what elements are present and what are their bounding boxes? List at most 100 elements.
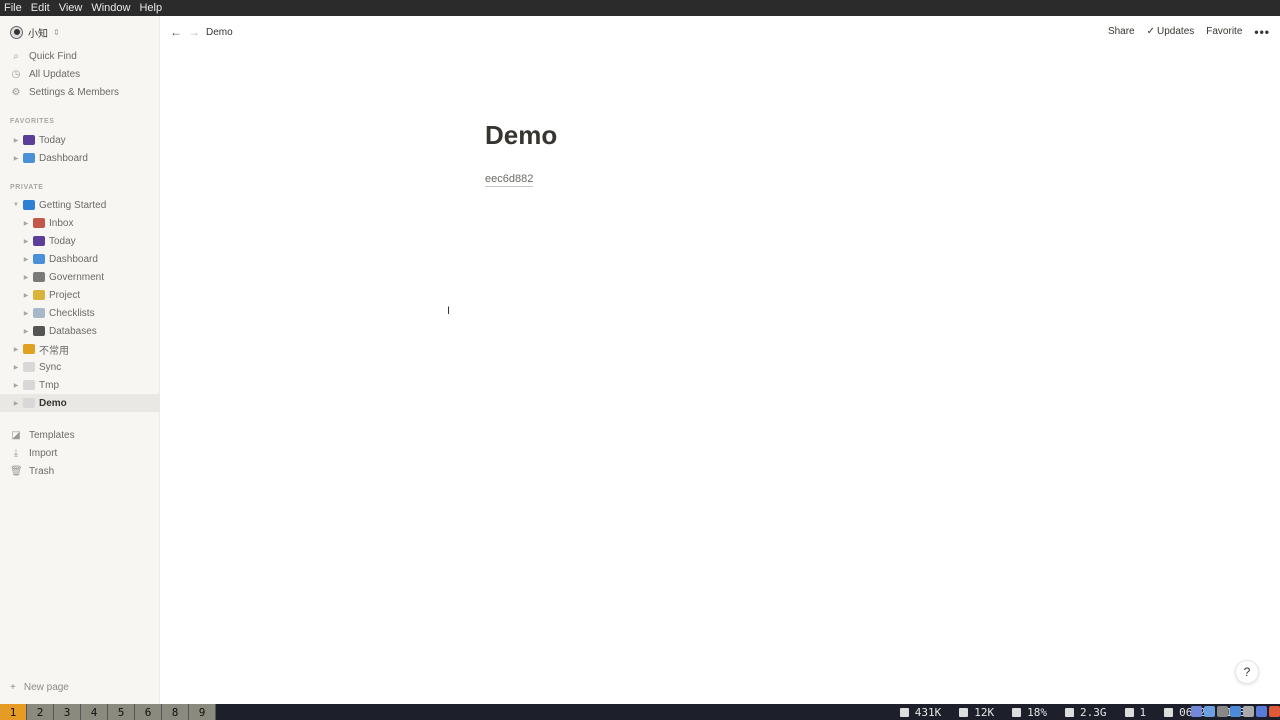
network-up-icon <box>959 707 969 717</box>
new-page-label: New page <box>23 682 69 693</box>
back-arrow-icon[interactable]: ← <box>170 25 182 39</box>
sidebar-page-label: Dashboard <box>49 253 98 265</box>
sidebar-page-demo[interactable]: ▶ Demo <box>0 394 160 412</box>
updates-label: Updates <box>1157 26 1195 37</box>
status-value: 2.3G <box>1080 705 1107 719</box>
menu-edit[interactable]: Edit <box>31 0 50 16</box>
tray-app-icon[interactable] <box>1243 706 1254 717</box>
workspace-4[interactable]: 4 <box>81 704 108 720</box>
laptop-icon <box>23 153 35 163</box>
calendar-icon <box>1164 707 1174 717</box>
caret-right-icon[interactable]: ▶ <box>22 328 30 335</box>
workspace-3[interactable]: 3 <box>54 704 81 720</box>
nav-trash[interactable]: 🗑 Trash <box>10 463 54 479</box>
sidebar-page-label: 不常用 <box>39 345 69 357</box>
tray-app-icon[interactable] <box>1269 706 1280 717</box>
sidebar-page-dashboard[interactable]: ▶ Dashboard <box>0 149 160 167</box>
workspace-1[interactable]: 1 <box>0 704 27 720</box>
sidebar-page-label: Sync <box>39 361 62 373</box>
caret-right-icon[interactable]: ▶ <box>22 220 30 227</box>
sidebar-page-tmp[interactable]: ▶ Tmp <box>0 376 160 394</box>
tray-app-icon[interactable] <box>1217 706 1228 717</box>
page-title[interactable]: Demo <box>485 120 557 151</box>
caret-down-icon[interactable]: ▼ <box>12 202 20 208</box>
forward-arrow-icon[interactable]: → <box>188 25 200 39</box>
help-button[interactable]: ? <box>1235 660 1259 684</box>
workspace-9[interactable]: 9 <box>189 704 216 720</box>
shapes-icon: ◪ <box>11 429 21 441</box>
caret-right-icon[interactable]: ▶ <box>12 155 20 162</box>
folder-icon <box>23 200 35 210</box>
caret-right-icon[interactable]: ▶ <box>22 256 30 263</box>
more-options-icon[interactable]: ••• <box>1254 26 1270 38</box>
sidebar-page-dashboard[interactable]: ▶ Dashboard <box>0 250 160 268</box>
menu-help[interactable]: Help <box>139 0 162 16</box>
system-taskbar: 12345689 431K 12K 18% 2.3G 1 06/29 11:30 <box>0 704 1280 720</box>
sidebar-page-project[interactable]: ▶ Project <box>0 286 160 304</box>
breadcrumb-page[interactable]: Demo <box>206 27 233 38</box>
sidebar-page-label: Today <box>49 235 76 247</box>
caret-right-icon[interactable]: ▶ <box>12 364 20 371</box>
caret-right-icon[interactable]: ▶ <box>22 238 30 245</box>
sidebar-page-inbox[interactable]: ▶ Inbox <box>0 214 160 232</box>
status-value: 1 <box>1139 705 1147 719</box>
page-body-text[interactable]: eec6d882 <box>485 173 534 187</box>
status-cpu: 18% <box>1012 706 1047 719</box>
tray-app-icon[interactable] <box>1204 706 1215 717</box>
breadcrumb: ← → Demo <box>170 25 233 39</box>
tray-app-icon[interactable] <box>1256 706 1267 717</box>
caret-right-icon[interactable]: ▶ <box>12 400 20 407</box>
workspace-name: 小知 <box>28 29 48 40</box>
menu-view[interactable]: View <box>59 0 83 16</box>
status-value: 431K <box>914 705 942 719</box>
favorite-button[interactable]: Favorite <box>1206 26 1242 37</box>
nav-label: Import <box>29 447 58 459</box>
sidebar-page-government[interactable]: ▶ Government <box>0 268 160 286</box>
workspace-5[interactable]: 5 <box>108 704 135 720</box>
caret-right-icon[interactable]: ▶ <box>22 310 30 317</box>
night-city-icon <box>33 236 45 246</box>
sidebar-page-sync[interactable]: ▶ Sync <box>0 358 160 376</box>
sidebar-page-label: Dashboard <box>39 152 88 164</box>
workspace-switcher[interactable]: 小知 ⇕ <box>10 25 60 40</box>
caret-right-icon[interactable]: ▶ <box>22 274 30 281</box>
check-icon: ✓ <box>1146 26 1156 37</box>
caret-right-icon[interactable]: ▶ <box>22 292 30 299</box>
sidebar-page-label: Demo <box>39 397 67 409</box>
menu-file[interactable]: File <box>4 0 22 16</box>
workspace-2[interactable]: 2 <box>27 704 54 720</box>
private-heading: PRIVATE <box>10 184 44 191</box>
caret-right-icon[interactable]: ▶ <box>12 382 20 389</box>
sidebar-page-label: Getting Started <box>39 199 107 211</box>
sidebar-page-databases[interactable]: ▶ Databases <box>0 322 160 340</box>
sidebar-page-label: Today <box>39 134 66 146</box>
new-page-button[interactable]: + New page <box>10 682 69 693</box>
sidebar-page-label: Government <box>49 271 105 283</box>
nav-settings[interactable]: ⚙ Settings & Members <box>10 84 120 100</box>
menu-window[interactable]: Window <box>91 0 130 16</box>
sidebar-page-getting-started[interactable]: ▼ Getting Started <box>0 196 160 214</box>
tray-app-icon[interactable] <box>1191 706 1202 717</box>
sidebar-page-today[interactable]: ▶ Today <box>0 131 160 149</box>
search-icon: ⌕ <box>13 50 19 62</box>
updates-button[interactable]: ✓ Updates <box>1147 26 1195 37</box>
share-button[interactable]: Share <box>1108 26 1135 37</box>
sidebar-page-checklists[interactable]: ▶ Checklists <box>0 304 160 322</box>
workspace-8[interactable]: 8 <box>162 704 189 720</box>
caret-right-icon[interactable]: ▶ <box>12 137 20 144</box>
checklist-icon <box>33 308 45 318</box>
topbar-actions: Share ✓ Updates Favorite ••• <box>1108 26 1270 38</box>
plus-icon: + <box>10 682 16 693</box>
caret-right-icon[interactable]: ▶ <box>12 346 20 353</box>
nav-quick-find[interactable]: ⌕ Quick Find <box>10 48 77 64</box>
nav-templates[interactable]: ◪ Templates <box>10 427 74 443</box>
workspace-6[interactable]: 6 <box>135 704 162 720</box>
sidebar-page-label: Project <box>49 289 81 301</box>
nav-import[interactable]: ⤓ Import <box>10 445 58 461</box>
favorites-heading: FAVORITES <box>10 118 55 125</box>
sidebar-page-不常用[interactable]: ▶ 不常用 <box>0 340 160 358</box>
nav-all-updates[interactable]: ◷ All Updates <box>10 66 81 82</box>
sidebar-page-today[interactable]: ▶ Today <box>0 232 160 250</box>
construction-icon <box>23 344 35 354</box>
tray-app-icon[interactable] <box>1230 706 1241 717</box>
